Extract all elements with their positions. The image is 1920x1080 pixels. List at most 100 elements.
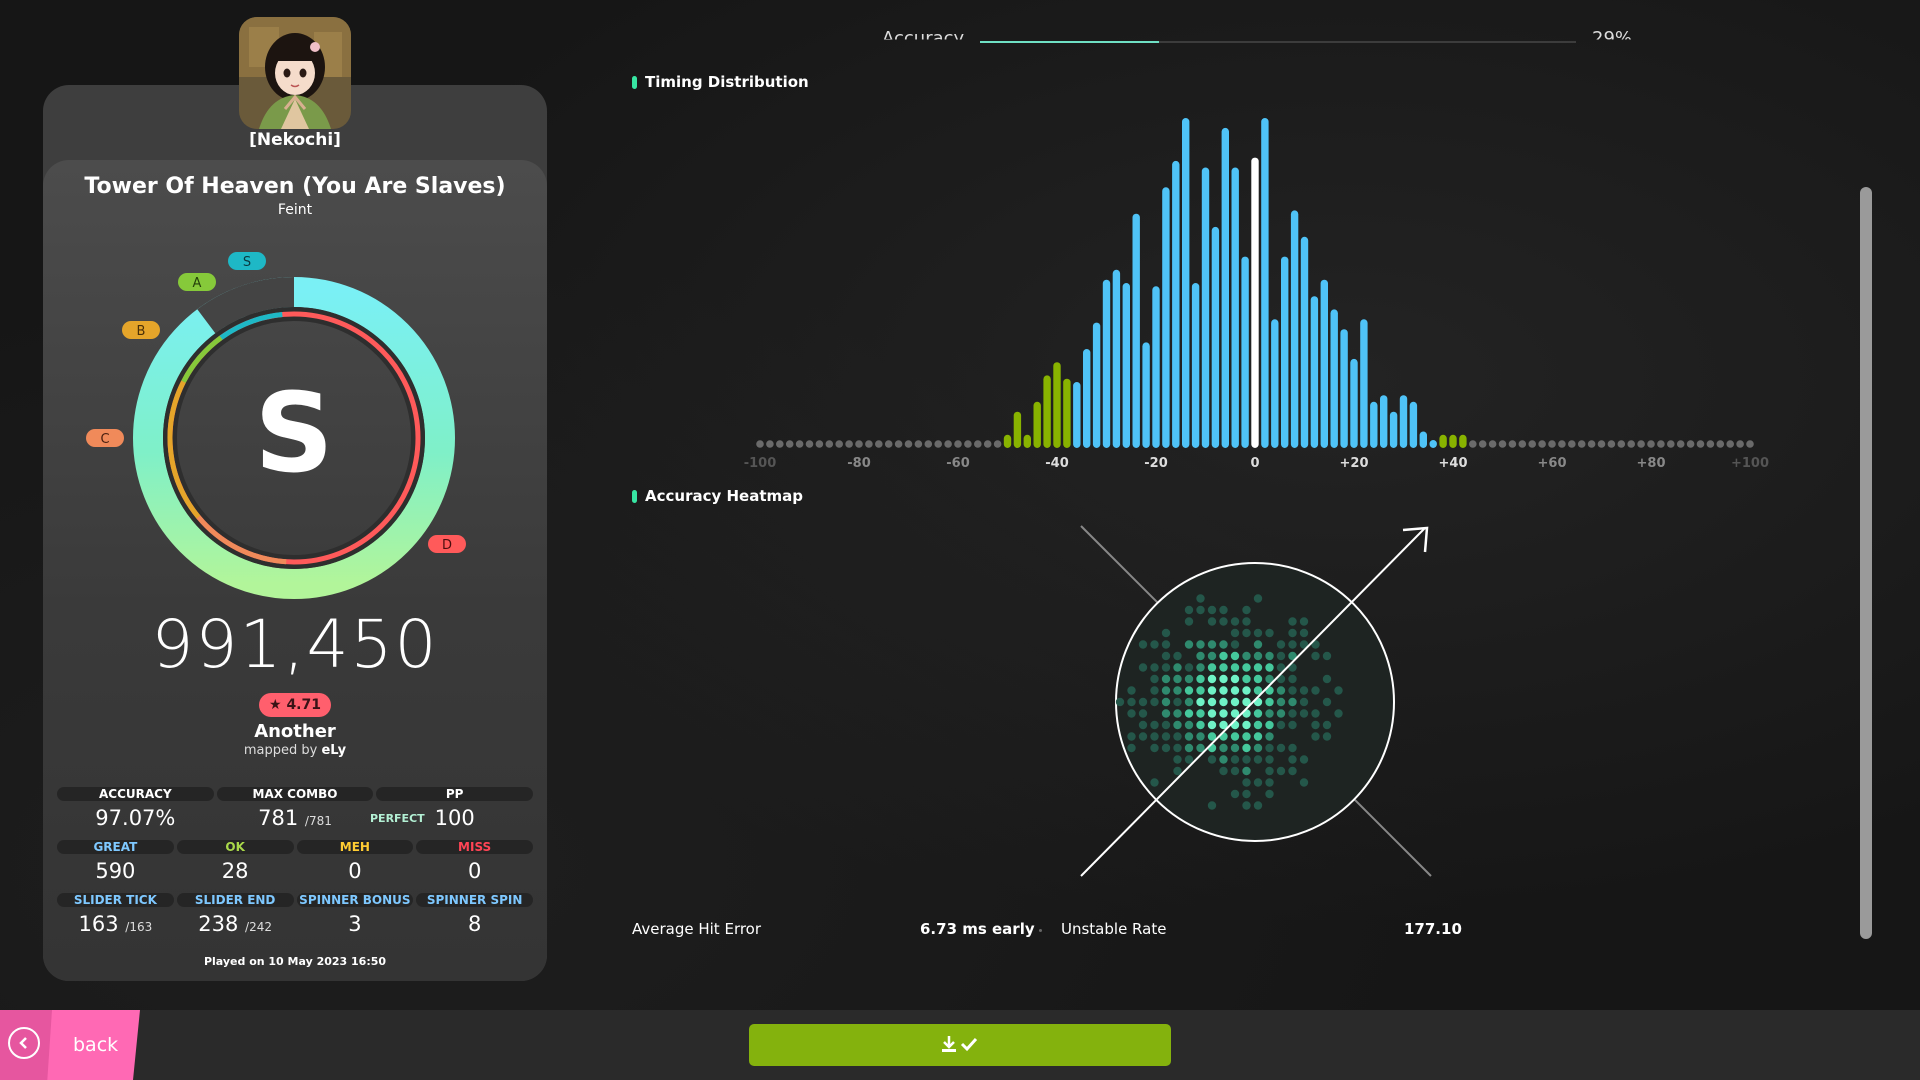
mapper-name[interactable]: eLy (321, 743, 346, 758)
player-avatar[interactable] (239, 17, 351, 129)
rank-marker-d: D (428, 535, 466, 553)
beatmap-title: Tower Of Heaven (You Are Slaves) (84, 174, 506, 199)
heatmap-dot (1242, 801, 1251, 810)
stat-value: 28 (221, 859, 249, 883)
arrow-icon (1402, 526, 1429, 553)
back-button-label[interactable]: back (73, 1034, 118, 1056)
heatmap-dot (1138, 720, 1148, 730)
heatmap-dot (1138, 732, 1148, 741)
rank-ring: S S A B C D (86, 252, 466, 599)
heatmap-dot (1288, 628, 1297, 638)
heatmap-dot (1161, 709, 1171, 718)
heatmap-dot (1311, 709, 1320, 718)
baseline-dot (944, 440, 952, 448)
heatmap-dot (1242, 789, 1251, 799)
heatmap-dot (1173, 720, 1182, 730)
heatmap-dot (1138, 663, 1148, 672)
heatmap-dot (1253, 674, 1263, 684)
heatmap-dot (1230, 789, 1240, 799)
heatmap-dot (1265, 732, 1274, 741)
stat-meh: MEH 0 (296, 840, 414, 884)
unstable-rate-label: Unstable Rate (1061, 920, 1167, 938)
heatmap-dot (1242, 628, 1251, 638)
stat-accuracy: ACCURACY 97.07% (57, 787, 214, 831)
stat-max-combo: MAX COMBO 781 /781 (216, 787, 374, 831)
timing-bar (1191, 283, 1200, 448)
heatmap-dot (1299, 617, 1309, 626)
accuracy-heatmap (1080, 525, 1432, 877)
timing-bar (1182, 118, 1190, 448)
timing-bar (1360, 319, 1368, 448)
timing-bar (1389, 411, 1398, 448)
heatmap-dot (1230, 651, 1240, 661)
svg-text:C: C (100, 432, 109, 447)
difficulty-name: Another (254, 721, 336, 742)
stats-row-bonus: SLIDER TICK 163 /163 SLIDER END 238 /242… (57, 893, 533, 937)
perfect-combo-tag: PERFECT (370, 812, 425, 825)
heatmap-dot (1322, 697, 1332, 707)
heatmap-dot (1173, 686, 1182, 695)
heatmap-dot (1265, 709, 1274, 718)
timing-bar (1330, 309, 1338, 448)
heatmap-dot (1242, 732, 1251, 741)
baseline-dot (815, 440, 824, 448)
baseline-dot (766, 440, 774, 448)
rank-marker-s: S (228, 252, 266, 270)
heatmap-dot (1207, 651, 1217, 661)
summary-separator (1039, 929, 1042, 932)
timing-bar (1162, 187, 1170, 449)
heatmap-dot (1265, 743, 1274, 753)
avg-hit-error-value: 6.73 ms early (920, 920, 1035, 938)
baseline-dot (1587, 440, 1596, 448)
heatmap-dot (1242, 755, 1251, 764)
heatmap-dot (1253, 651, 1263, 661)
baseline-dot (974, 440, 982, 448)
chevron-left-icon[interactable] (8, 1027, 40, 1059)
heatmap-dot (1150, 720, 1159, 730)
timing-bar (1271, 319, 1279, 448)
baseline-dot (983, 440, 992, 448)
scrollbar[interactable] (1860, 187, 1872, 939)
timing-bar (1053, 362, 1061, 448)
baseline-dot (756, 440, 764, 448)
rank-marker-b: B (122, 321, 160, 339)
heatmap-dot (1207, 709, 1217, 718)
heatmap-dot (1150, 697, 1159, 707)
heatmap-dot (1127, 732, 1136, 741)
heatmap-dot (1265, 663, 1274, 672)
svg-text:S: S (243, 255, 251, 270)
timing-bar (1409, 401, 1418, 448)
svg-text:A: A (193, 276, 202, 291)
player-name[interactable]: [Nekochi] (195, 130, 395, 150)
heatmap-dot (1253, 709, 1263, 718)
heatmap-dot (1161, 697, 1171, 707)
heatmap-dot (1173, 709, 1182, 718)
heatmap-dot (1230, 732, 1240, 741)
heatmap-dot (1265, 778, 1274, 787)
heatmap-dot (1265, 766, 1274, 776)
baseline-dot (1617, 440, 1626, 448)
heatmap-dot (1184, 686, 1194, 695)
heatmap-dot (1276, 743, 1286, 753)
heatmap-dot (1196, 697, 1205, 707)
timing-bar (1300, 236, 1309, 448)
heatmap-dot (1242, 720, 1251, 730)
heatmap-dot (1196, 732, 1205, 741)
heatmap-dot (1150, 640, 1159, 649)
heatmap-dot (1196, 640, 1205, 649)
baseline-dot (884, 440, 893, 448)
heatmap-dot (1230, 617, 1240, 626)
heatmap-dot (1150, 686, 1159, 695)
timing-bar (1241, 256, 1249, 448)
heatmap-dot (1311, 686, 1320, 695)
heatmap-dot (1299, 709, 1309, 718)
heatmap-dot (1207, 720, 1217, 730)
grade-letter: S (254, 369, 333, 497)
baseline-dot (1577, 440, 1586, 448)
tick-label: +80 (1637, 456, 1666, 470)
baseline-dot (1686, 440, 1695, 448)
download-replay-button[interactable] (749, 1024, 1171, 1066)
timing-bar (1172, 160, 1180, 448)
heatmap-dot (1115, 697, 1125, 707)
baseline-dot (875, 440, 883, 448)
